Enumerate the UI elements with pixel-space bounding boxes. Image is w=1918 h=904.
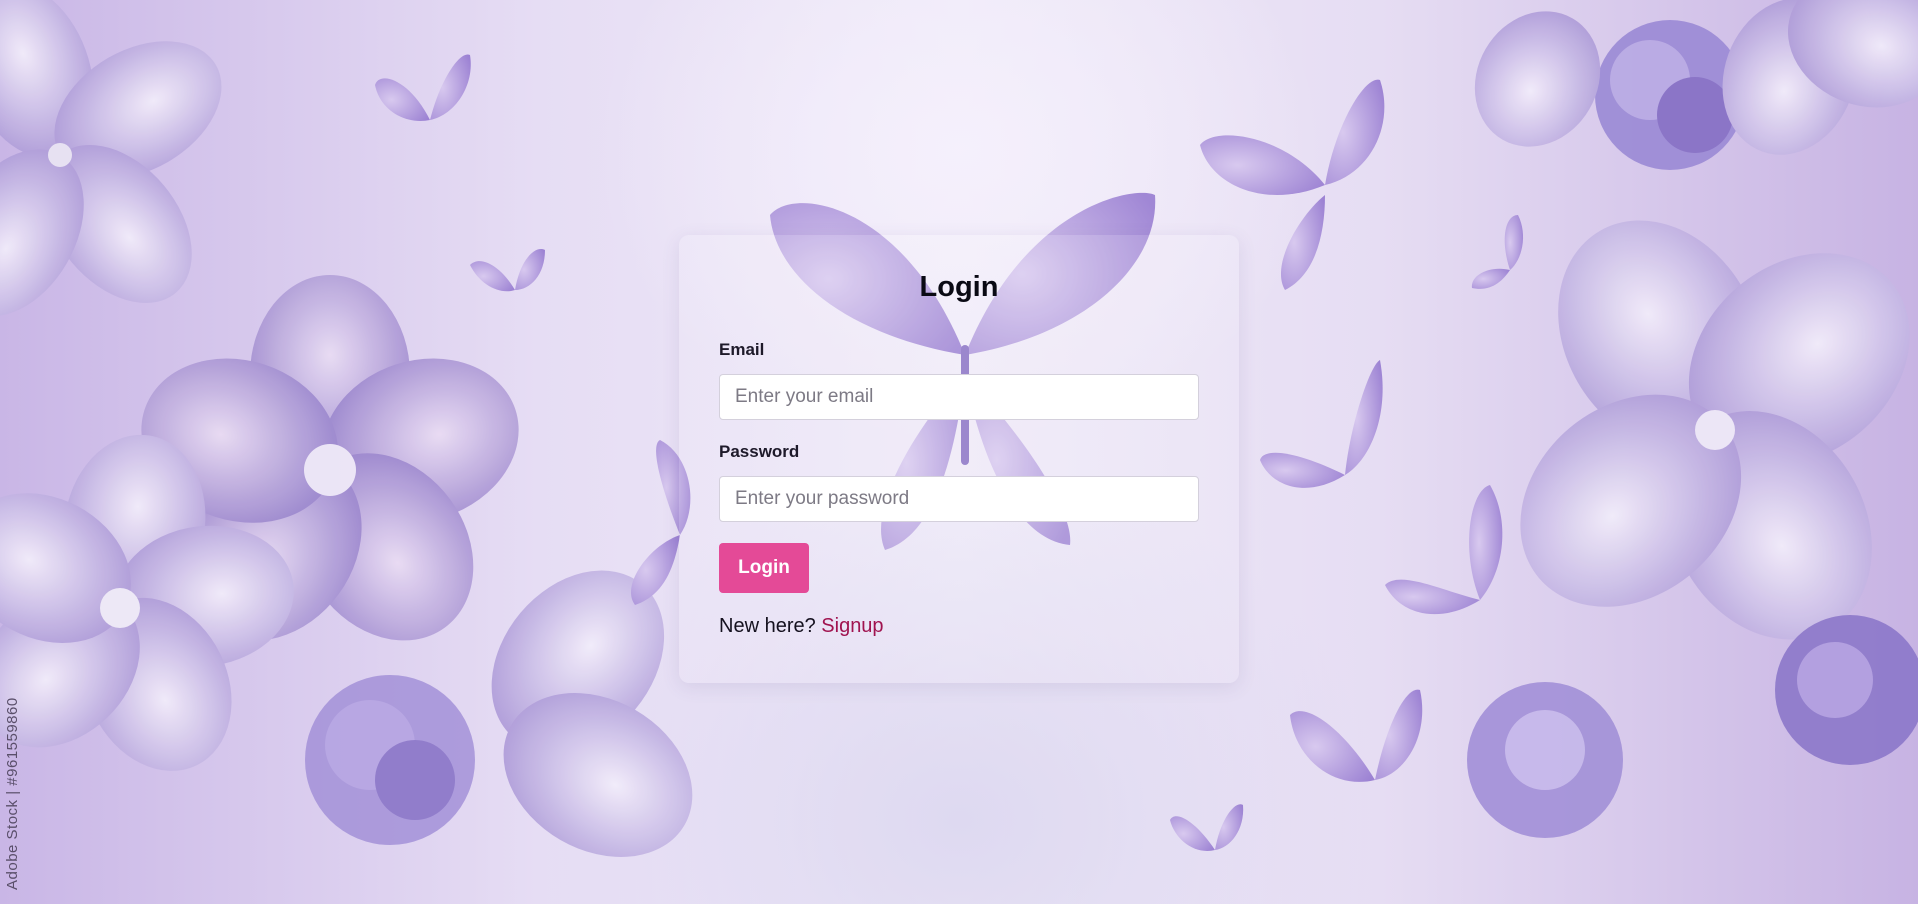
email-input[interactable] [719,374,1199,420]
login-card: Login Email Password Login New here? Sig… [679,235,1239,683]
email-label: Email [719,340,765,359]
password-label: Password [719,442,800,461]
signup-link[interactable]: Signup [821,615,883,637]
signup-prompt-text: New here? [719,615,816,637]
login-button[interactable]: Login [719,543,809,593]
stock-watermark-text: Adobe Stock | #961559860 [4,697,21,890]
signup-prompt: New here? Signup [719,615,884,638]
password-input[interactable] [719,476,1199,522]
login-title: Login [919,271,999,303]
